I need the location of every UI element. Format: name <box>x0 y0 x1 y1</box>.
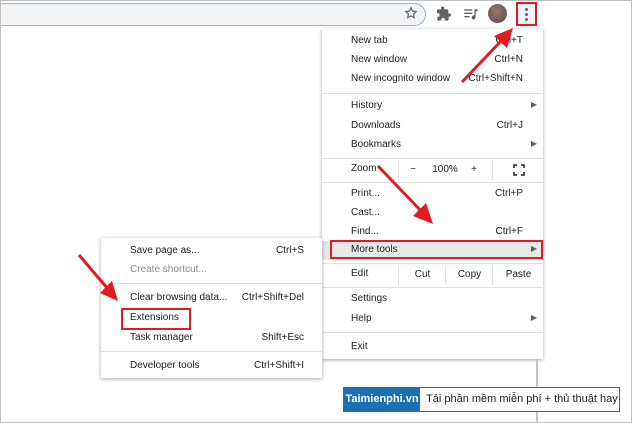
edit-row: Edit Cut Copy Paste <box>322 265 543 285</box>
menu-item-shortcut: Ctrl+S <box>275 245 304 256</box>
menu-item-downloads[interactable]: Downloads Ctrl+J <box>322 117 543 136</box>
menu-item-label: New incognito window <box>351 73 450 84</box>
menu-item-label: Bookmarks <box>351 139 402 150</box>
more-tools-submenu: Save page as... Ctrl+S Create shortcut..… <box>101 238 322 378</box>
fullscreen-button[interactable] <box>492 160 544 180</box>
menu-divider <box>101 283 322 284</box>
menu-item-label: Save page as... <box>130 245 200 256</box>
submenu-arrow-icon: ▶ <box>530 313 537 322</box>
bookmark-star-icon[interactable] <box>404 6 418 20</box>
menu-item-shortcut: Ctrl+P <box>494 188 523 199</box>
menu-item-label: Help <box>351 313 372 324</box>
menu-item-new-window[interactable]: New window Ctrl+N <box>322 51 543 70</box>
menu-divider <box>101 351 322 352</box>
menu-item-label: New tab <box>351 35 388 46</box>
menu-divider <box>322 287 543 288</box>
zoom-row: Zoom − 100% + <box>322 160 543 180</box>
profile-avatar[interactable] <box>488 4 507 23</box>
menu-item-label: Exit <box>351 341 368 352</box>
menu-item-shortcut: Shift+Esc <box>261 332 304 343</box>
watermark-banner: Taimienphi.vn Tải phần mềm miễn phí + th… <box>343 387 620 412</box>
menu-divider <box>322 182 543 183</box>
menu-item-label: Downloads <box>351 120 401 131</box>
menu-divider <box>322 93 543 94</box>
submenu-arrow-icon: ▶ <box>530 139 537 148</box>
zoom-in-button[interactable]: + <box>464 160 484 180</box>
paste-button[interactable]: Paste <box>492 265 544 285</box>
extensions-highlight-box <box>121 308 191 330</box>
menu-divider <box>322 263 543 264</box>
fullscreen-icon <box>512 164 525 176</box>
menu-item-shortcut: Ctrl+T <box>495 35 524 46</box>
chrome-menu-button[interactable] <box>516 2 537 26</box>
copy-button[interactable]: Copy <box>445 265 493 285</box>
media-queue-icon[interactable] <box>463 6 479 22</box>
menu-item-label: Find... <box>351 226 379 237</box>
watermark-tagline: Tải phần mềm miễn phí + thủ thuật hay <box>426 393 618 405</box>
menu-item-new-incognito[interactable]: New incognito window Ctrl+Shift+N <box>322 70 543 89</box>
page-edge <box>0 30 1 423</box>
menu-item-history[interactable]: History ▶ <box>322 97 543 116</box>
watermark-brand: Taimienphi.vn <box>344 388 420 411</box>
menu-divider <box>322 332 543 333</box>
submenu-item-task-manager[interactable]: Task manager Shift+Esc <box>101 329 322 348</box>
menu-item-label: Print... <box>351 188 380 199</box>
menu-item-label: Create shortcut... <box>130 264 207 275</box>
browser-toolbar <box>0 0 632 30</box>
dot-icon <box>525 13 528 16</box>
submenu-item-save-page[interactable]: Save page as... Ctrl+S <box>101 242 322 261</box>
extensions-puzzle-icon[interactable] <box>436 6 452 22</box>
more-tools-highlight-box <box>330 240 543 259</box>
zoom-out-button[interactable]: − <box>398 160 427 180</box>
menu-divider <box>322 158 543 159</box>
chrome-main-menu: New tab Ctrl+T New window Ctrl+N New inc… <box>322 29 543 359</box>
menu-item-shortcut: Ctrl+J <box>496 120 523 131</box>
menu-item-shortcut: Ctrl+Shift+N <box>468 73 523 84</box>
dot-icon <box>525 18 528 21</box>
menu-item-settings[interactable]: Settings <box>322 290 543 309</box>
menu-item-bookmarks[interactable]: Bookmarks ▶ <box>322 136 543 155</box>
menu-item-shortcut: Ctrl+Shift+I <box>253 360 304 371</box>
menu-item-label: History <box>351 100 383 111</box>
menu-item-exit[interactable]: Exit <box>322 338 543 357</box>
menu-item-label: Developer tools <box>130 360 200 371</box>
submenu-arrow-icon: ▶ <box>530 100 537 109</box>
menu-item-shortcut: Ctrl+F <box>495 226 524 237</box>
menu-item-help[interactable]: Help ▶ <box>322 310 543 329</box>
menu-item-cast[interactable]: Cast... <box>322 204 543 223</box>
menu-item-label: Clear browsing data... <box>130 292 228 303</box>
menu-item-shortcut: Ctrl+N <box>494 54 523 65</box>
edit-label: Edit <box>351 268 369 279</box>
submenu-item-clear-browsing[interactable]: Clear browsing data... Ctrl+Shift+Del <box>101 289 322 308</box>
menu-item-label: Settings <box>351 293 388 304</box>
zoom-label: Zoom <box>351 163 377 174</box>
menu-item-label: New window <box>351 54 408 65</box>
menu-item-new-tab[interactable]: New tab Ctrl+T <box>322 32 543 51</box>
address-bar[interactable] <box>0 3 426 26</box>
cut-button[interactable]: Cut <box>398 265 446 285</box>
submenu-item-developer-tools[interactable]: Developer tools Ctrl+Shift+I <box>101 357 322 376</box>
zoom-level: 100% <box>432 164 458 175</box>
menu-item-shortcut: Ctrl+Shift+Del <box>241 292 304 303</box>
dot-icon <box>525 8 528 11</box>
menu-item-label: Task manager <box>130 332 193 343</box>
menu-item-label: Cast... <box>351 207 380 218</box>
submenu-item-create-shortcut: Create shortcut... <box>101 261 322 280</box>
menu-item-print[interactable]: Print... Ctrl+P <box>322 185 543 204</box>
